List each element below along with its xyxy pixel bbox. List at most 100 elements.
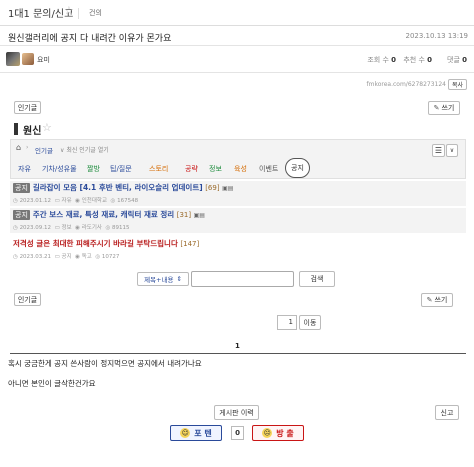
post-views: 89115 [112,225,130,231]
avatar[interactable] [6,52,20,66]
search-select[interactable]: 제목+내용 ⇕ [137,272,189,286]
vote-down-label: 방 출 [276,428,294,438]
board-name[interactable]: 원신 [23,122,41,137]
notice-badge: 공지 [13,210,30,220]
chevron-down-icon: ∨ [449,147,455,154]
list-icon: ☰ [434,146,443,155]
home-icon[interactable]: ⌂ [16,143,21,152]
post-row[interactable]: 공지 길라잡이 모음 [4.1 후반 벤티, 라이오슬리 업데이트] [69] ▣… [10,181,466,206]
tab-1[interactable]: 기차/성유물 [42,164,77,174]
author-name[interactable]: 요미 [37,55,50,65]
vote-up-button[interactable]: ☺ 포 텐 [170,425,222,441]
write-button[interactable]: ✎ 쓰기 [428,101,460,115]
smile-icon: ☺ [180,428,191,438]
page-go-button[interactable]: 이동 [299,315,321,330]
post-category: 정보 [61,225,72,231]
tab-6[interactable]: 정보 [209,164,222,174]
search-button[interactable]: 검색 [299,271,335,287]
post-author: 독고 [81,254,92,260]
post-author: 라도기사 [81,225,102,231]
views-label: 조회 수 [367,56,389,64]
post-date: 2023.03.21 [19,254,52,260]
post-title: 원신갤러리에 공지 다 내려간 이유가 몬가요 [8,34,172,44]
comments-count: 0 [462,56,467,64]
pencil-icon: ✎ [433,104,440,112]
chevron-updown-icon: ⇕ [176,275,182,283]
post-date: 2023.01.12 [19,198,52,204]
views-count: 0 [391,56,396,64]
write-label: 쓰기 [441,104,455,112]
divider [0,25,474,26]
post-row[interactable]: 공지 주간 보스 재료, 특성 재료, 캐릭터 재료 정리 [31] ▣▤ ◷ 20… [10,208,466,233]
vote-down-button[interactable]: ☹ 방 출 [252,425,304,441]
divider [0,45,474,46]
post-title-link[interactable]: 저격성 글은 최대한 피해주시기 바라길 부탁드립니다 [13,239,178,248]
image-icon: ▣▤ [193,212,205,219]
vote-up-label: 포 텐 [194,428,212,438]
post-category: 공지 [61,254,72,260]
post-url[interactable]: fmkorea.com/6278273124 [366,81,446,88]
folder-icon: ▭ [54,254,62,260]
image-icon: ▣▤ [222,185,234,192]
search-option: 제목+내용 [144,276,174,284]
tab-5[interactable]: 공략 [185,164,198,174]
tab-0[interactable]: 자유 [18,164,31,174]
tab-8[interactable]: 이벤트 [259,164,278,174]
folder-icon: ▭ [54,198,62,204]
author-badge [22,53,34,65]
tab-9[interactable]: 공지 [285,158,310,178]
star-icon[interactable]: ☆ [42,121,52,134]
comment-count[interactable]: [31] [177,211,191,219]
pencil-icon: ✎ [426,296,433,304]
frown-icon: ☹ [262,428,273,438]
body-line-2: 아니면 본인이 글삭한건가요 [8,379,96,388]
vote-count: 0 [231,426,244,440]
divider [0,72,474,73]
tab-7[interactable]: 육성 [234,164,247,174]
post-row[interactable]: 저격성 글은 최대한 피해주시기 바라길 부탁드립니다 [147] ◷ 2023.… [10,237,466,262]
board-history-button[interactable]: 게시판 이력 [214,405,259,420]
post-category: 자유 [61,198,72,204]
board-marker [14,123,18,135]
copy-button[interactable]: 복사 [448,79,467,90]
popular-button-bottom[interactable]: 인기글 [14,293,41,306]
notice-badge: 공지 [13,183,30,193]
post-date: 2023.10.13 13:19 [405,32,468,40]
breadcrumb-popular[interactable]: 인기글 [35,145,53,155]
comment-count[interactable]: [147] [180,240,199,248]
breadcrumb-hint-text: 최신 인기글 열기 [66,147,109,154]
comments-stat: 댓글 0 [447,55,467,65]
comment-count[interactable]: [69] [205,184,219,192]
page-input[interactable]: 1 [277,315,297,330]
star-icon[interactable]: ☆ [64,4,74,17]
post-views: 10727 [101,254,120,260]
views-stat: 조회 수 0 [367,55,396,65]
divider [10,353,466,354]
tab-4[interactable]: 스토리 [149,164,168,174]
post-title-link[interactable]: 주간 보스 재료, 특성 재료, 캐릭터 재료 정리 [33,210,174,219]
tab-2[interactable]: 짤방 [87,164,100,174]
popular-label: 인기글 [17,103,38,112]
folder-icon: ▭ [54,225,62,231]
body-line-1: 혹시 궁금한게 공지 쓴사람이 정지먹으면 공지에서 내려가나요 [8,359,202,368]
page-number[interactable]: 1 [235,342,240,350]
report-button[interactable]: 신고 [435,405,459,420]
write-button-bottom[interactable]: ✎ 쓰기 [421,293,453,307]
write-label: 쓰기 [434,296,448,304]
popular-button[interactable]: 인기글 [14,101,41,114]
tab-3[interactable]: 팁/질문 [110,164,132,174]
board-subcategory[interactable]: 건의 [89,8,102,18]
post-author: 인천대학교 [81,198,108,204]
post-meta: ◷ 2023.09.12 ▭ 정보 ◉ 라도기사 ◎ 89115 [13,223,463,231]
post-title-link[interactable]: 길라잡이 모음 [4.1 후반 벤티, 라이오슬리 업데이트] [33,183,203,192]
comments-label: 댓글 [447,56,460,64]
post-views: 167548 [117,198,139,204]
view-options-toggle[interactable]: ∨ [446,144,458,157]
post-meta: ◷ 2023.01.12 ▭ 자유 ◉ 인천대학교 ◎ 167548 [13,196,463,204]
search-input[interactable] [191,271,294,287]
recs-count: 0 [427,56,432,64]
chevron-right-icon: › [26,144,29,151]
list-view-toggle[interactable]: ☰ [432,144,445,157]
divider [78,8,79,19]
breadcrumb-hint[interactable]: ∨ 최신 인기글 열기 [60,145,109,154]
